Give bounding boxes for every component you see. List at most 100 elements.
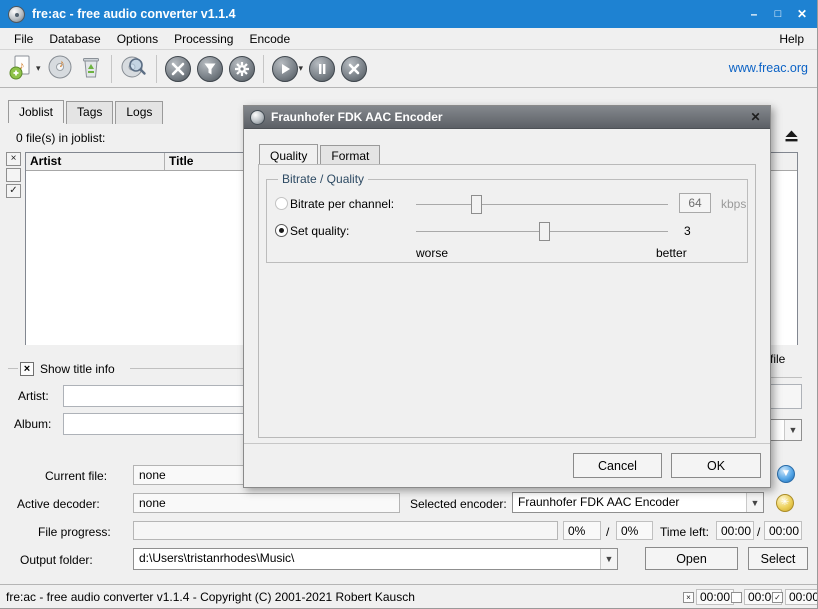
select-none-button[interactable] <box>6 168 21 182</box>
add-files-button[interactable]: ♪ ▾ <box>6 53 44 85</box>
all-tracks-time: 00:00 <box>696 589 734 605</box>
toolbar-separator <box>263 55 264 83</box>
bitrate-slider-thumb[interactable] <box>471 195 482 214</box>
stop-encoding-button[interactable] <box>338 53 370 85</box>
time-left-total: 00:00 <box>764 521 802 540</box>
eject-icon <box>784 130 799 145</box>
menu-item-help[interactable]: Help <box>773 30 810 48</box>
file-progress-label: File progress: <box>38 525 111 539</box>
pause-encoding-button[interactable] <box>306 53 338 85</box>
menu-item-options[interactable]: Options <box>109 30 166 48</box>
output-folder-label: Output folder: <box>20 553 93 567</box>
pause-icon <box>309 56 335 82</box>
menu-item-encode[interactable]: Encode <box>241 30 298 48</box>
quality-slider-thumb[interactable] <box>539 222 550 241</box>
cd-search-icon <box>120 54 148 83</box>
app-window: fre:ac - free audio converter v1.1.4 – □… <box>0 0 818 609</box>
unselected-tracks-time-icon <box>731 592 742 603</box>
file-progress-bar <box>133 521 558 540</box>
dialog-close-button[interactable]: ✕ <box>748 110 763 125</box>
play-icon <box>272 56 298 82</box>
eject-disc-button[interactable] <box>778 126 804 148</box>
worse-label: worse <box>416 246 448 260</box>
bitrate-radio[interactable] <box>275 197 288 210</box>
set-quality-radio[interactable] <box>275 224 288 237</box>
toolbar: ♪ ▾ ♪ <box>0 50 818 88</box>
album-label: Album: <box>14 417 51 431</box>
bitrate-value[interactable]: 64 <box>679 193 711 213</box>
joblist-count: 0 file(s) in joblist: <box>16 131 105 145</box>
statusbar: fre:ac - free audio converter v1.1.4 - C… <box>0 584 818 609</box>
progress-percent-track: 0% <box>563 521 601 540</box>
time-left-label: Time left: <box>660 525 709 539</box>
add-files-icon: ♪ <box>9 54 35 83</box>
all-tracks-time-icon: × <box>683 592 694 603</box>
clear-joblist-button[interactable] <box>76 53 106 85</box>
toolbar-separator <box>111 55 112 83</box>
output-folder-combobox[interactable]: d:\Users\tristanrhodes\Music\ ▼ <box>133 548 618 570</box>
processing-orb-icon[interactable]: ▼ <box>777 465 795 483</box>
wrench-tools-icon <box>165 56 191 82</box>
column-header-artist[interactable]: Artist <box>26 153 165 170</box>
freac-logo-icon <box>8 6 25 23</box>
quality-value: 3 <box>684 224 691 238</box>
funnel-icon <box>197 56 223 82</box>
cddb-query-button[interactable] <box>117 53 151 85</box>
toolbar-separator <box>156 55 157 83</box>
maximize-button[interactable]: □ <box>770 6 786 22</box>
chevron-down-icon[interactable]: ▼ <box>784 420 801 440</box>
tab-tags[interactable]: Tags <box>66 101 113 124</box>
select-button[interactable]: Select <box>748 547 808 570</box>
menu-item-database[interactable]: Database <box>41 30 108 48</box>
menu-item-processing[interactable]: Processing <box>166 30 241 48</box>
encoder-config-dialog: Fraunhofer FDK AAC Encoder ✕ Quality For… <box>243 105 771 488</box>
dialog-title: Fraunhofer FDK AAC Encoder <box>271 110 443 124</box>
window-titlebar: fre:ac - free audio converter v1.1.4 – □… <box>0 0 818 28</box>
tab-logs[interactable]: Logs <box>115 101 163 124</box>
start-encoding-dropdown-icon[interactable]: ▾ <box>299 63 304 74</box>
select-all-button[interactable]: × <box>6 152 21 166</box>
bitrate-quality-group-label: Bitrate / Quality <box>278 172 368 186</box>
selected-tracks-time-icon: ✓ <box>772 592 783 603</box>
selected-encoder-combobox[interactable]: Fraunhofer FDK AAC Encoder ▼ <box>512 492 764 513</box>
slash-separator: / <box>757 525 760 539</box>
stop-x-icon <box>341 56 367 82</box>
time-left-track: 00:00 <box>716 521 754 540</box>
add-files-dropdown-icon[interactable]: ▾ <box>36 63 41 74</box>
freac-website-link[interactable]: www.freac.org <box>729 61 808 75</box>
configure-encoder-gear-icon[interactable]: ✳ <box>776 494 794 512</box>
quality-slider[interactable] <box>416 231 668 232</box>
show-title-info-toggle[interactable]: × <box>20 362 34 376</box>
progress-percent-total: 0% <box>616 521 653 540</box>
open-button[interactable]: Open <box>645 547 738 570</box>
tab-joblist[interactable]: Joblist <box>8 100 64 123</box>
selected-encoder-label: Selected encoder: <box>410 497 507 511</box>
active-decoder-value: none <box>133 493 400 513</box>
start-encoding-button[interactable]: ▾ <box>269 53 307 85</box>
ok-button[interactable]: OK <box>671 453 761 478</box>
toggle-selection-button[interactable]: ✓ <box>6 184 21 198</box>
bitrate-slider[interactable] <box>416 204 668 205</box>
dialog-separator <box>244 443 770 444</box>
set-quality-label: Set quality: <box>290 224 349 238</box>
show-title-info-label: Show title info <box>40 362 115 376</box>
slash-separator: / <box>606 525 609 539</box>
configure-encoder-button[interactable] <box>226 53 258 85</box>
menu-item-file[interactable]: File <box>6 30 41 48</box>
freac-logo-icon <box>250 110 265 125</box>
artist-label: Artist: <box>18 389 49 403</box>
general-settings-button[interactable] <box>162 53 194 85</box>
chevron-down-icon[interactable]: ▼ <box>746 493 763 512</box>
menubar: File Database Options Processing Encode … <box>0 28 818 50</box>
selected-tracks-time: 00:00 <box>785 589 818 605</box>
signal-processing-button[interactable] <box>194 53 226 85</box>
chevron-down-icon[interactable]: ▼ <box>600 549 617 569</box>
cancel-button[interactable]: Cancel <box>573 453 662 478</box>
add-audio-cd-button[interactable]: ♪ <box>44 53 76 85</box>
minimize-button[interactable]: – <box>746 6 762 22</box>
active-decoder-label: Active decoder: <box>17 497 100 511</box>
bitrate-unit: kbps <box>721 197 746 211</box>
close-button[interactable]: ✕ <box>794 6 810 22</box>
better-label: better <box>656 246 687 260</box>
output-folder-value: d:\Users\tristanrhodes\Music\ <box>139 551 294 565</box>
